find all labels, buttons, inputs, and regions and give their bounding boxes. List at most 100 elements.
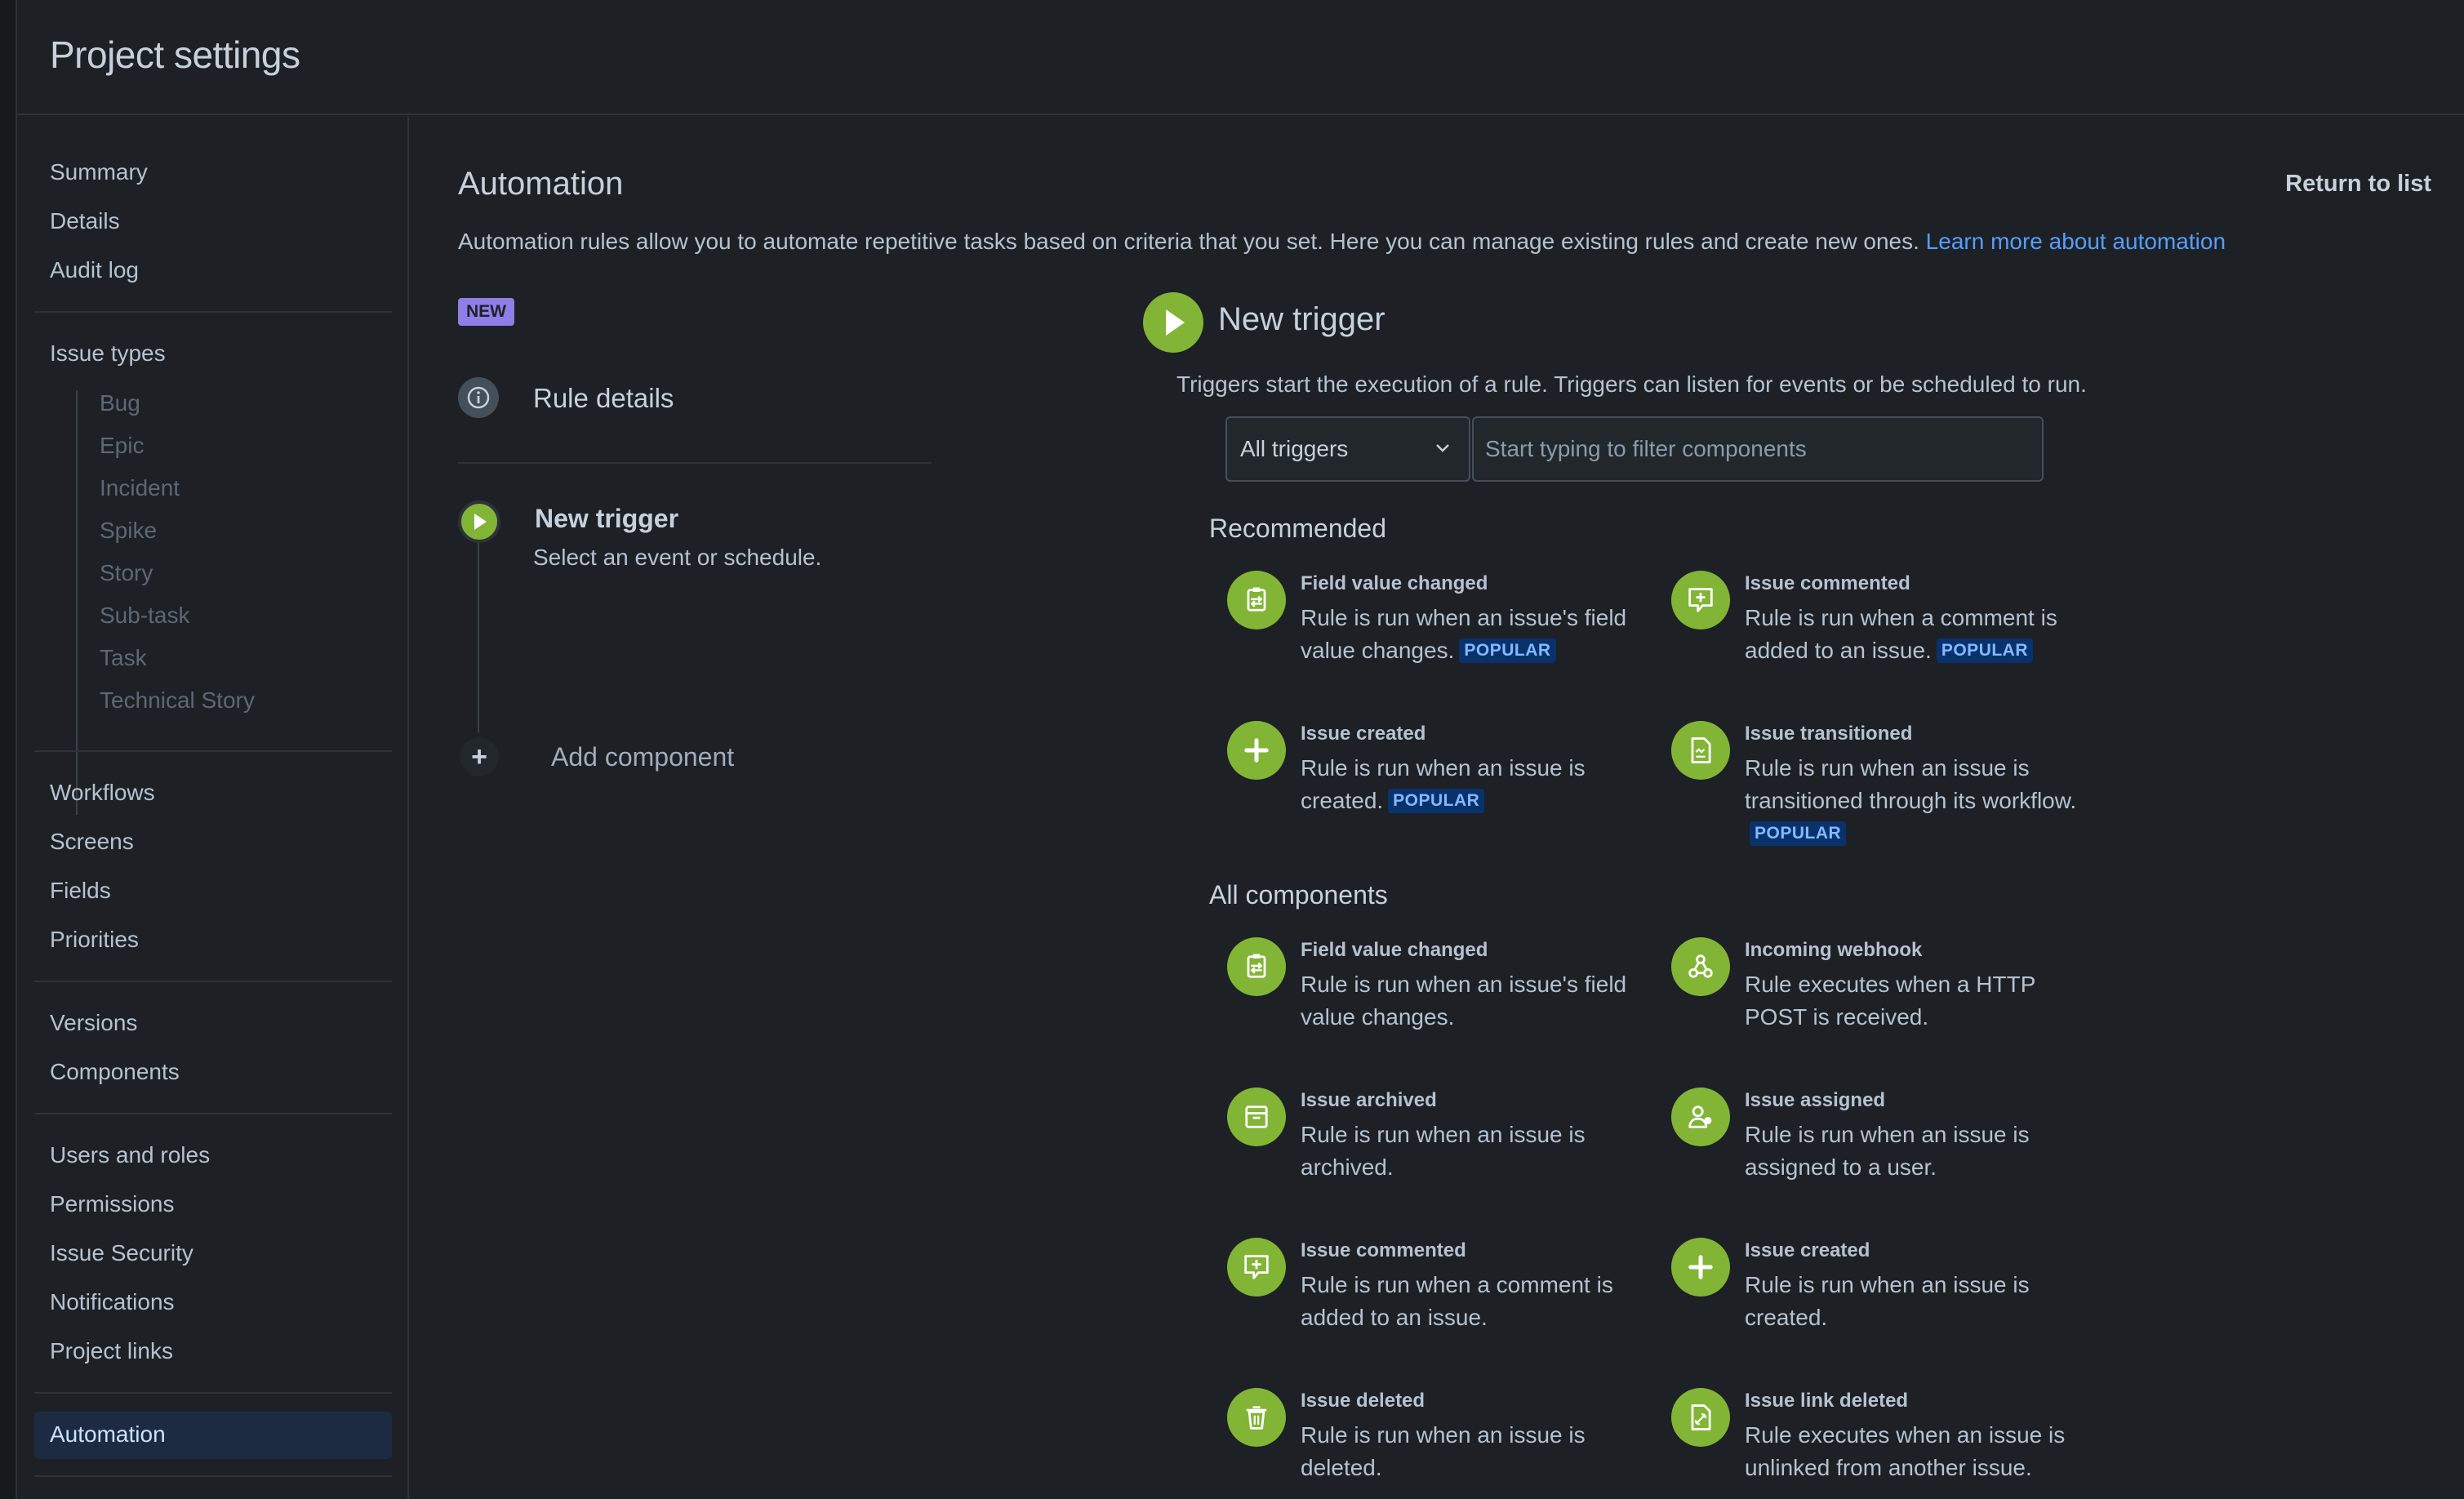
sidebar-subitem-story[interactable]: Story <box>100 560 153 586</box>
sidebar-item-workflows[interactable]: Workflows <box>50 780 155 806</box>
sidebar-item-issue-security[interactable]: Issue Security <box>50 1240 193 1266</box>
trigger-card-title: Field value changed <box>1301 939 1488 961</box>
trigger-card-title: Issue link deleted <box>1745 1390 1909 1412</box>
trigger-card-description: Rule is run when an issue is assigned to… <box>1745 1119 2088 1184</box>
sidebar-item-issue-types[interactable]: Issue types <box>50 340 166 367</box>
sidebar-item-priorities[interactable]: Priorities <box>50 927 139 953</box>
info-icon[interactable] <box>458 377 499 418</box>
trigger-card-title: Issue archived <box>1301 1089 1437 1111</box>
automation-main: Automation Return to list Automation rul… <box>411 117 2464 1499</box>
settings-sidebar: Summary Details Audit log Issue types Bu… <box>17 117 409 1499</box>
section-title: Automation <box>458 166 624 202</box>
transition-icon <box>1671 721 1730 780</box>
archive-icon <box>1227 1088 1286 1146</box>
trigger-card-description-text: Rule is run when an issue is transitione… <box>1745 755 2077 813</box>
trigger-card-description: Rule is run when an issue's field value … <box>1301 968 1643 1034</box>
sidebar-item-automation-label[interactable]: Automation <box>50 1421 166 1448</box>
trigger-card-title: Incoming webhook <box>1745 939 1923 961</box>
trigger-card-description: Rule is run when a comment is added to a… <box>1745 602 2088 667</box>
trigger-card-title: Issue commented <box>1745 572 1910 594</box>
sidebar-subitem-sub-task[interactable]: Sub-task <box>100 603 190 629</box>
page-title: Project settings <box>50 33 300 76</box>
sidebar-item-summary[interactable]: Summary <box>50 159 148 185</box>
add-icon[interactable]: + <box>460 737 499 776</box>
play-icon[interactable] <box>458 500 500 543</box>
sidebar-subitem-epic[interactable]: Epic <box>100 433 144 459</box>
trigger-card-description-text: Rule is run when an issue is assigned to… <box>1745 1122 2030 1180</box>
trigger-card-title: Field value changed <box>1301 572 1488 594</box>
sidebar-divider <box>34 311 392 313</box>
chevron-down-icon <box>1436 444 1449 452</box>
plus-icon <box>1227 721 1286 780</box>
sidebar-divider <box>34 1392 392 1394</box>
trigger-card-description-text: Rule is run when an issue's field value … <box>1301 972 1627 1030</box>
filter-components-input[interactable] <box>1472 416 2044 482</box>
field-value-icon <box>1227 937 1286 996</box>
add-component-button[interactable]: Add component <box>551 742 734 772</box>
assign-icon <box>1671 1088 1730 1146</box>
webhook-icon <box>1671 937 1730 996</box>
sidebar-divider <box>34 750 392 752</box>
learn-more-link[interactable]: Learn more about automation <box>1926 229 2226 254</box>
sidebar-item-screens[interactable]: Screens <box>50 829 134 855</box>
sidebar-item-fields[interactable]: Fields <box>50 878 111 904</box>
trigger-card-description: Rule is run when an issue's field value … <box>1301 602 1643 667</box>
sidebar-item-versions[interactable]: Versions <box>50 1010 137 1036</box>
page-header: Project settings <box>17 0 2464 115</box>
trigger-card-description: Rule is run when an issue is deleted. <box>1301 1419 1643 1484</box>
play-icon <box>1143 292 1203 353</box>
rule-details-link[interactable]: Rule details <box>533 383 674 414</box>
flow-connector <box>478 543 479 732</box>
flow-trigger-title[interactable]: New trigger <box>535 504 678 534</box>
trigger-card-description: Rule is run when a comment is added to a… <box>1301 1269 1643 1334</box>
sidebar-item-components[interactable]: Components <box>50 1059 180 1085</box>
trash-icon <box>1227 1388 1286 1447</box>
all-components-heading: All components <box>1209 880 1388 910</box>
sidebar-subitem-technical-story[interactable]: Technical Story <box>100 687 255 714</box>
sidebar-item-permissions[interactable]: Permissions <box>50 1191 174 1217</box>
return-to-list-link[interactable]: Return to list <box>2285 171 2431 198</box>
trigger-card-description: Rule executes when an issue is unlinked … <box>1745 1419 2088 1484</box>
sidebar-divider <box>34 1113 392 1114</box>
trigger-panel-title: New trigger <box>1218 301 1385 337</box>
trigger-card-title: Issue created <box>1745 1239 1870 1261</box>
popular-badge: POPULAR <box>1750 821 1847 846</box>
plus-icon <box>1671 1238 1730 1297</box>
field-value-icon <box>1227 571 1286 629</box>
trigger-card-description-text: Rule is run when an issue is archived. <box>1301 1122 1586 1180</box>
sidebar-item-notifications[interactable]: Notifications <box>50 1289 175 1315</box>
trigger-card-title: Issue commented <box>1301 1239 1466 1261</box>
trigger-card-description: Rule executes when a HTTP POST is receiv… <box>1745 968 2088 1034</box>
trigger-card-description: Rule is run when an issue is created. <box>1745 1269 2088 1334</box>
sidebar-item-users-and-roles[interactable]: Users and roles <box>50 1142 210 1168</box>
popular-badge: POPULAR <box>1936 638 2034 663</box>
sidebar-divider <box>34 1475 392 1477</box>
trigger-card-title: Issue assigned <box>1745 1089 1886 1111</box>
trigger-card-description-text: Rule executes when an issue is unlinked … <box>1745 1422 2066 1480</box>
trigger-type-select[interactable]: All triggers <box>1225 416 1470 482</box>
trigger-card-description-text: Rule is run when an issue is deleted. <box>1301 1422 1586 1480</box>
flow-trigger-subtitle: Select an event or schedule. <box>533 545 822 570</box>
window-edge <box>0 0 16 1499</box>
link-deleted-icon <box>1671 1388 1730 1447</box>
description-text: Automation rules allow you to automate r… <box>458 229 1919 254</box>
sidebar-subitem-task[interactable]: Task <box>100 645 147 671</box>
automation-description: Automation rules allow you to automate r… <box>458 229 2226 255</box>
comment-icon <box>1227 1238 1286 1297</box>
trigger-card-description-text: Rule is run when a comment is added to a… <box>1301 1272 1613 1330</box>
trigger-panel-description: Triggers start the execution of a rule. … <box>1176 371 2087 397</box>
sidebar-subitem-spike[interactable]: Spike <box>100 518 157 544</box>
popular-badge: POPULAR <box>1459 638 1556 663</box>
sidebar-divider <box>34 981 392 982</box>
sidebar-item-details[interactable]: Details <box>50 208 120 234</box>
sidebar-item-project-links[interactable]: Project links <box>50 1338 173 1364</box>
project-settings-page: Project settings Summary Details Audit l… <box>16 0 2464 1499</box>
sidebar-subitem-bug[interactable]: Bug <box>100 390 140 416</box>
sidebar-subitem-incident[interactable]: Incident <box>100 475 180 501</box>
recommended-heading: Recommended <box>1209 514 1386 543</box>
trigger-card-description: Rule is run when an issue is created. POP… <box>1301 752 1643 817</box>
trigger-card-title: Issue created <box>1301 723 1426 745</box>
trigger-card-title: Issue deleted <box>1301 1390 1425 1412</box>
comment-icon <box>1671 571 1730 629</box>
sidebar-item-audit-log[interactable]: Audit log <box>50 257 139 283</box>
